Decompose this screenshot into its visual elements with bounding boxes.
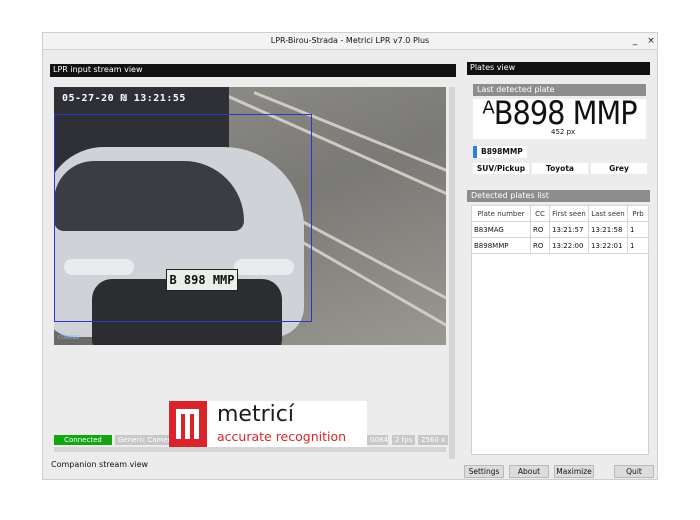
resolution-indicator: 2560 x 1	[418, 435, 448, 445]
cell-last-seen: 13:22:01	[588, 237, 628, 254]
cell-prb: 1	[627, 237, 649, 254]
window-title: LPR-Birou-Strada - Metrici LPR v7.0 Plus	[270, 36, 430, 45]
col-plate-number[interactable]: Plate number	[471, 205, 531, 222]
cell-first-seen: 13:21:57	[549, 221, 589, 238]
vertical-scrollbar[interactable]	[449, 87, 455, 459]
plate-marker-icon	[473, 146, 477, 158]
frame-count: 0084	[367, 435, 388, 445]
stream-corner-label: COMING	[58, 335, 79, 341]
horizontal-scrollbar[interactable]	[54, 447, 446, 452]
col-last-seen[interactable]: Last seen	[588, 205, 628, 222]
cell-cc: RO	[530, 221, 550, 238]
plate-width-label: 452 px	[549, 128, 578, 136]
settings-button[interactable]: Settings	[464, 465, 504, 478]
plates-view-header: Plates view	[467, 62, 650, 75]
minimize-button[interactable]: _	[629, 33, 641, 49]
cell-plate: B898MMP	[471, 237, 531, 254]
vehicle-type: SUV/Pickup	[473, 163, 529, 174]
connection-status: Connected	[54, 435, 112, 445]
cell-first-seen: 13:22:00	[549, 237, 589, 254]
logo-wordmark: metricí	[217, 402, 294, 427]
detected-plates-table: Plate number CC First seen Last seen Prb…	[471, 205, 649, 254]
companion-stream-label: Companion stream view	[51, 460, 149, 469]
fps-indicator: 2 fps	[392, 435, 415, 445]
cell-cc: RO	[530, 237, 550, 254]
plate-number-text: B898MMP	[481, 147, 523, 156]
camera-feed: B 898 MMP 05-27-20 ₪ 13:21:55 COMING	[54, 87, 446, 345]
detected-list-title: Detected plates list	[467, 190, 650, 202]
cell-last-seen: 13:21:58	[588, 221, 628, 238]
title-bar: LPR-Birou-Strada - Metrici LPR v7.0 Plus…	[43, 33, 657, 50]
table-header-row: Plate number CC First seen Last seen Prb	[471, 205, 649, 222]
table-row[interactable]: B83MAG RO 13:21:57 13:21:58 1	[471, 221, 649, 238]
col-prb[interactable]: Prb	[627, 205, 649, 222]
stream-header: LPR input stream view	[50, 64, 456, 77]
maximize-button[interactable]: Maximize	[554, 465, 594, 478]
cell-plate: B83MAG	[471, 221, 531, 238]
logo-tagline: accurate recognition	[217, 429, 347, 444]
quit-button[interactable]: Quit	[614, 465, 654, 478]
table-row[interactable]: B898MMP RO 13:22:00 13:22:01 1	[471, 237, 649, 254]
app-window: LPR-Birou-Strada - Metrici LPR v7.0 Plus…	[42, 32, 658, 480]
stream-timestamp: 05-27-20 ₪ 13:21:55	[62, 93, 186, 104]
close-button[interactable]: ×	[645, 33, 657, 49]
col-cc[interactable]: CC	[530, 205, 550, 222]
last-detected-title: Last detected plate	[473, 84, 646, 96]
cell-prb: 1	[627, 221, 649, 238]
metrici-logo: metricí accurate recognition	[169, 401, 367, 447]
vehicle-make: Toyota	[532, 163, 588, 174]
plate-number-badge: B898MMP	[473, 146, 527, 158]
detection-rectangle	[54, 114, 312, 322]
last-plate-image: ᴬB898 MMP 452 px	[473, 99, 646, 139]
vehicle-color: Grey	[591, 163, 647, 174]
about-button[interactable]: About	[509, 465, 549, 478]
col-first-seen[interactable]: First seen	[549, 205, 589, 222]
camera-name: Generic Camera	[115, 435, 171, 445]
metrici-logo-icon	[169, 401, 207, 447]
